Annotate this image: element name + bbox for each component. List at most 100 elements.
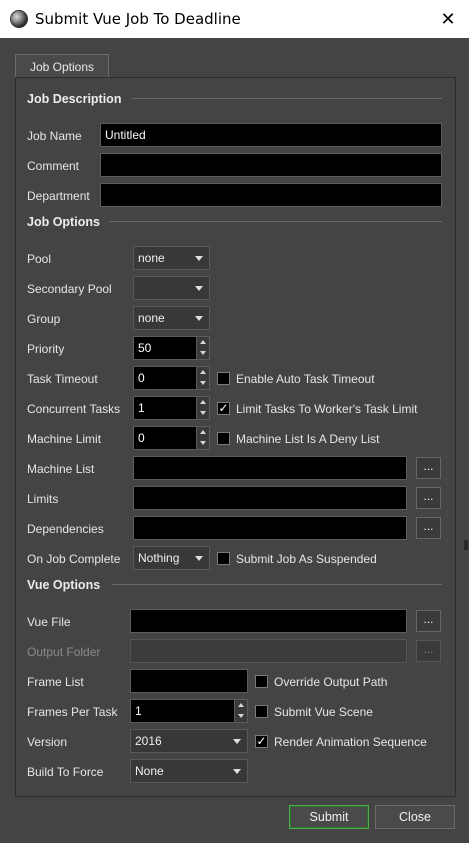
deadline-app-icon [10,10,28,28]
spin-buttons[interactable] [196,367,209,389]
submit-suspended-label: Submit Job As Suspended [236,552,377,566]
section-divider [132,98,442,99]
spin-down-icon[interactable] [200,381,206,385]
secondary-pool-label: Secondary Pool [27,282,112,296]
machine-list-browse-button[interactable]: ... [416,457,441,479]
limit-tasks-checkbox[interactable]: ✓ [217,402,230,415]
task-timeout-spinbox[interactable]: 0 [133,366,210,390]
vue-file-input[interactable] [130,609,407,633]
output-folder-input [130,639,407,663]
spin-up-icon[interactable] [200,340,206,344]
machine-limit-value: 0 [138,431,145,445]
dependencies-label: Dependencies [27,522,104,536]
spin-up-icon[interactable] [200,400,206,404]
spin-buttons[interactable] [234,700,247,722]
task-timeout-label: Task Timeout [27,372,98,386]
on-job-complete-dropdown[interactable]: Nothing [133,546,210,570]
department-input[interactable] [100,183,442,207]
on-job-complete-value: Nothing [138,551,180,565]
frames-per-task-label: Frames Per Task [27,705,118,719]
deny-list-label: Machine List Is A Deny List [236,432,380,446]
submit-button[interactable]: Submit [289,805,369,829]
limits-label: Limits [27,492,59,506]
department-label: Department [27,189,90,203]
version-label: Version [27,735,68,749]
task-timeout-value: 0 [138,371,145,385]
group-label: Group [27,312,61,326]
limits-input[interactable] [133,486,407,510]
chevron-down-icon [233,769,241,774]
spin-down-icon[interactable] [238,714,244,718]
machine-list-label: Machine List [27,462,95,476]
section-vue-options: Vue Options [27,578,101,592]
concurrent-tasks-spinbox[interactable]: 1 [133,396,210,420]
pool-dropdown[interactable]: none [133,246,210,270]
version-dropdown[interactable]: 2016 [130,729,248,753]
spin-up-icon[interactable] [238,703,244,707]
window-close-icon[interactable]: ✕ [430,2,466,36]
spin-buttons[interactable] [196,397,209,419]
build-to-force-label: Build To Force [27,765,104,779]
frames-per-task-value: 1 [135,704,142,718]
machine-limit-spinbox[interactable]: 0 [133,426,210,450]
vue-file-label: Vue File [27,615,71,629]
spin-down-icon[interactable] [200,351,206,355]
chevron-down-icon [233,739,241,744]
frame-list-input[interactable] [130,669,248,693]
section-job-description: Job Description [27,92,122,106]
close-button[interactable]: Close [375,805,455,829]
pool-value: none [138,251,165,265]
section-job-options: Job Options [27,215,100,229]
machine-list-input[interactable] [133,456,407,480]
tab-job-options[interactable]: Job Options [15,54,109,78]
auto-task-timeout-label: Enable Auto Task Timeout [236,372,375,386]
chevron-down-icon [195,286,203,291]
spin-buttons[interactable] [196,427,209,449]
spin-down-icon[interactable] [200,411,206,415]
section-divider [109,221,442,222]
dependencies-input[interactable] [133,516,407,540]
group-value: none [138,311,165,325]
submit-suspended-checkbox[interactable] [217,552,230,565]
deny-list-checkbox[interactable] [217,432,230,445]
comment-label: Comment [27,159,80,173]
concurrent-tasks-label: Concurrent Tasks [27,402,121,416]
spin-up-icon[interactable] [200,430,206,434]
render-animation-checkbox[interactable]: ✓ [255,735,268,748]
spin-down-icon[interactable] [200,441,206,445]
machine-limit-label: Machine Limit [27,432,102,446]
override-output-checkbox[interactable] [255,675,268,688]
build-to-force-value: None [135,764,164,778]
on-job-complete-label: On Job Complete [27,552,121,566]
limits-browse-button[interactable]: ... [416,487,441,509]
spin-up-icon[interactable] [200,370,206,374]
pool-label: Pool [27,252,52,266]
dependencies-browse-button[interactable]: ... [416,517,441,539]
title-bar: Submit Vue Job To Deadline ✕ [0,0,469,38]
job-name-input[interactable]: Untitled [100,123,442,147]
submit-scene-checkbox[interactable] [255,705,268,718]
auto-task-timeout-checkbox[interactable] [217,372,230,385]
section-divider [112,584,442,585]
vue-file-browse-button[interactable]: ... [416,610,441,632]
secondary-pool-dropdown[interactable] [133,276,210,300]
chevron-down-icon [195,316,203,321]
spin-buttons[interactable] [196,337,209,359]
job-name-label: Job Name [27,129,82,143]
window-title: Submit Vue Job To Deadline [35,10,241,28]
priority-value: 50 [138,341,152,355]
frames-per-task-spinbox[interactable]: 1 [130,699,248,723]
comment-input[interactable] [100,153,442,177]
priority-spinbox[interactable]: 50 [133,336,210,360]
submit-scene-label: Submit Vue Scene [274,705,373,719]
concurrent-tasks-value: 1 [138,401,145,415]
chevron-down-icon [195,556,203,561]
group-dropdown[interactable]: none [133,306,210,330]
limit-tasks-label: Limit Tasks To Worker's Task Limit [236,402,418,416]
override-output-label: Override Output Path [274,675,388,689]
version-value: 2016 [135,734,162,748]
output-folder-browse-button: ... [416,640,441,662]
resize-grip[interactable] [464,540,468,550]
build-to-force-dropdown[interactable]: None [130,759,248,783]
frame-list-label: Frame List [27,675,84,689]
